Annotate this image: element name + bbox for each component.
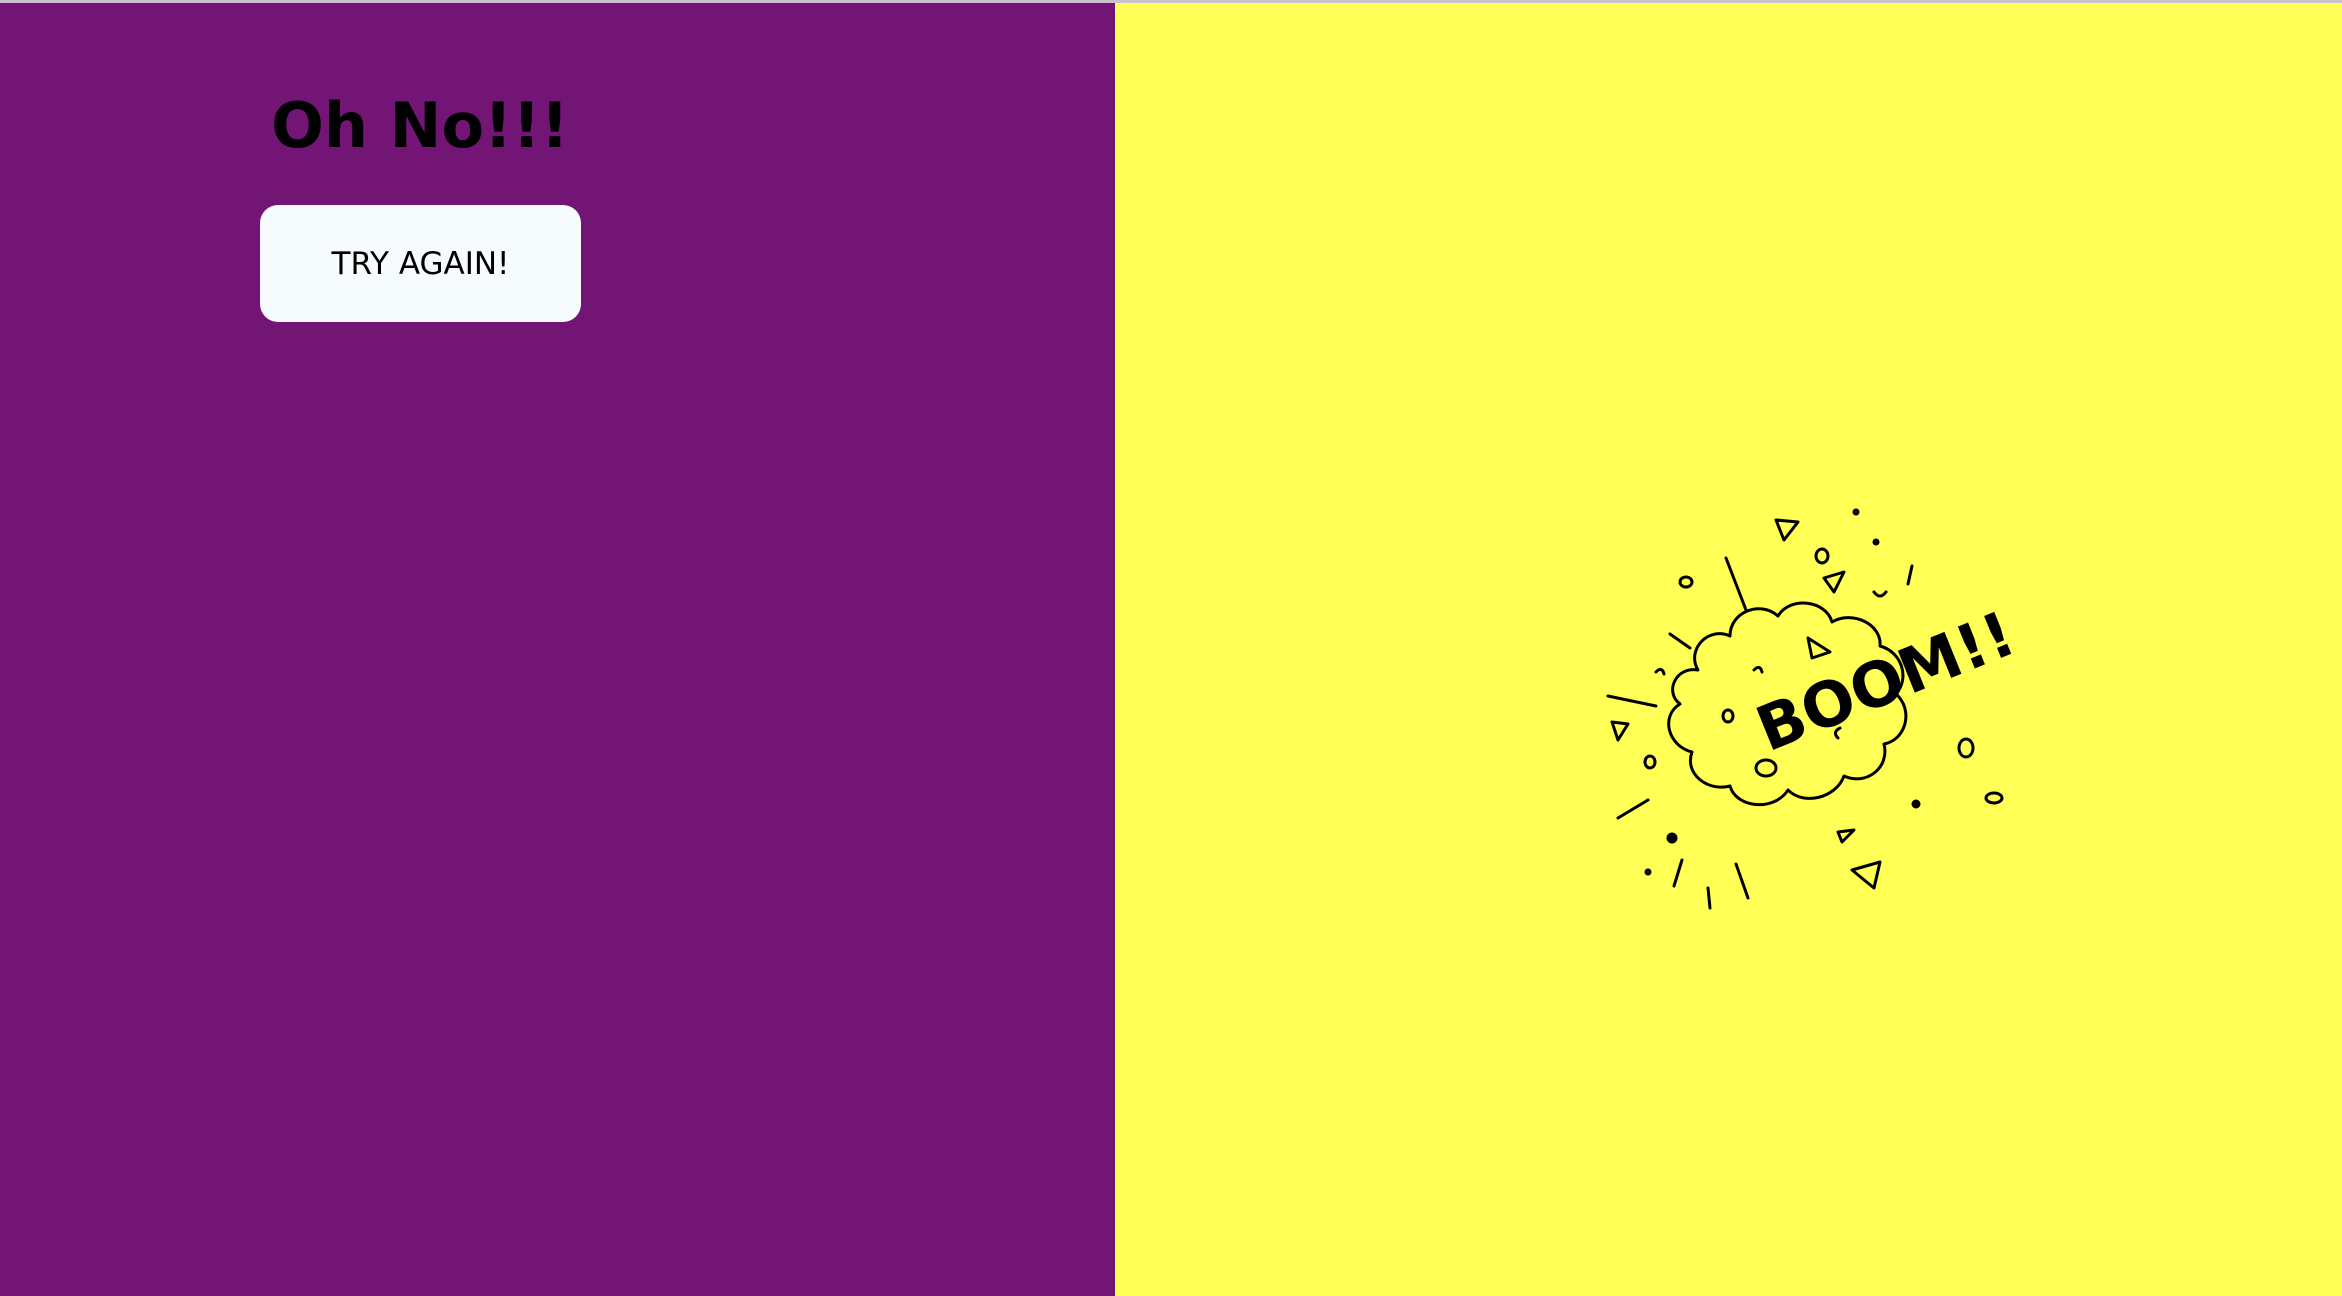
svg-text:BOOM!!: BOOM!!: [1746, 597, 2025, 766]
explosion-boom-icon: BOOM!!: [1606, 508, 2025, 910]
game-over-screen: Oh No!!! TRY AGAIN! BOOM!!: [0, 0, 2342, 1296]
boom-lettering: BOOM!!: [1746, 597, 2025, 766]
game-over-panel: Oh No!!! TRY AGAIN!: [0, 3, 1115, 1296]
game-over-title: Oh No!!!: [271, 89, 569, 162]
try-again-button[interactable]: TRY AGAIN!: [260, 205, 581, 322]
